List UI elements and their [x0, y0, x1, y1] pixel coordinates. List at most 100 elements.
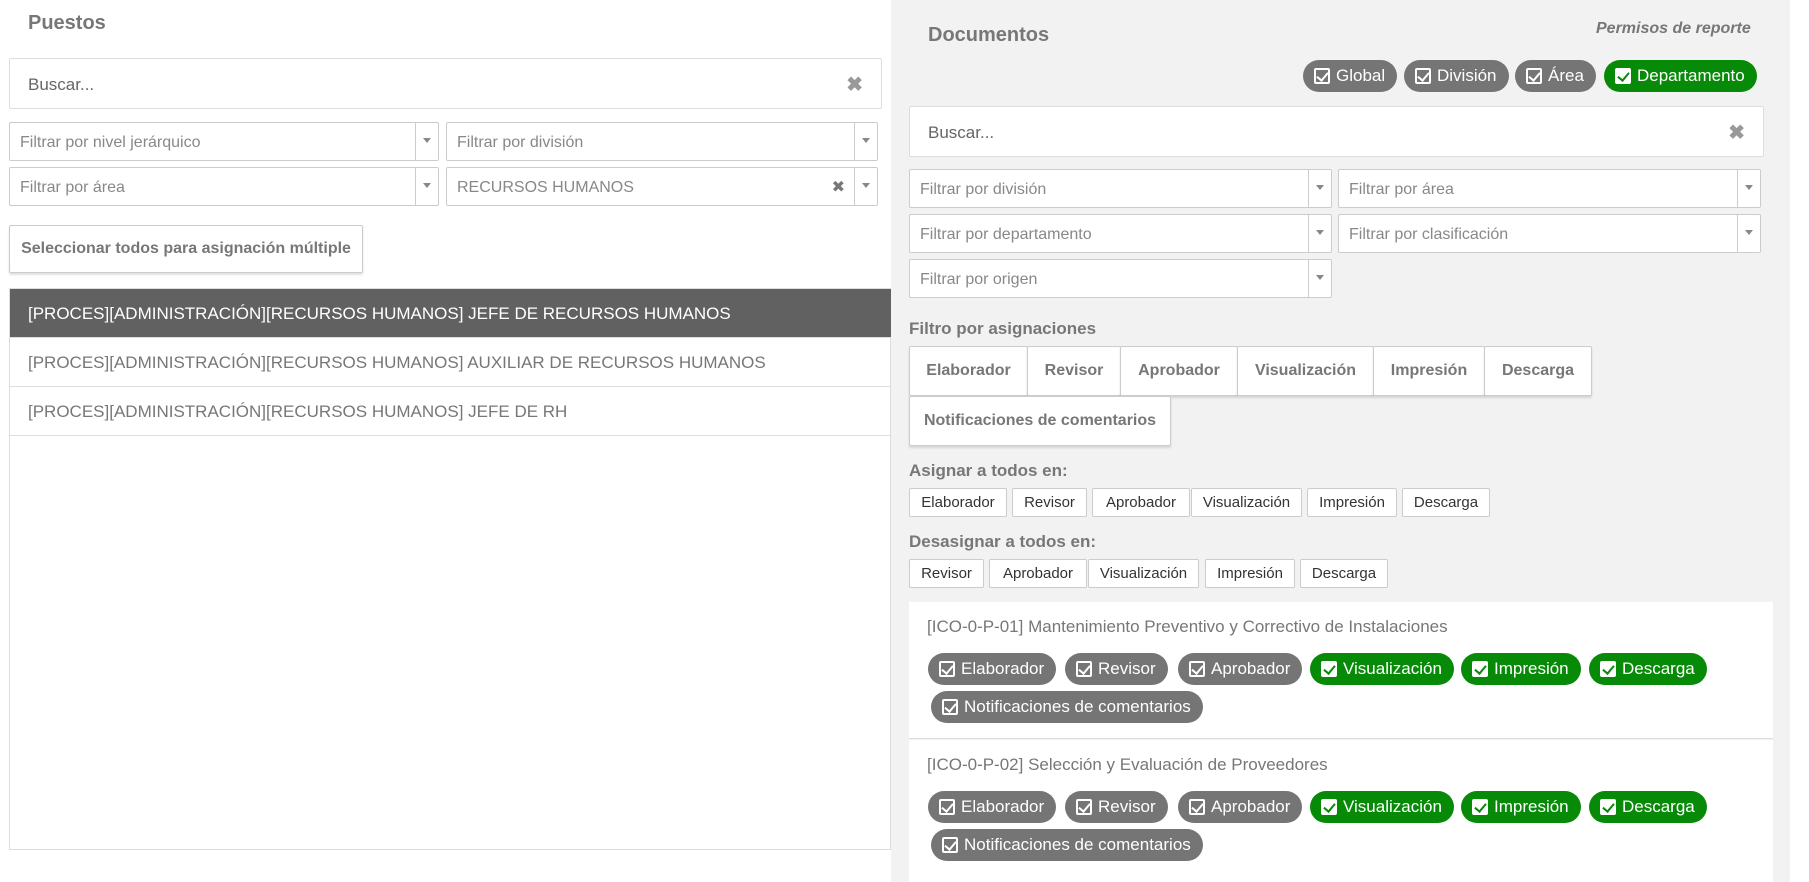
- filter-nivel-placeholder: Filtrar por nivel jerárquico: [20, 134, 201, 151]
- assign-filter-visualizacion-button[interactable]: Visualización: [1237, 346, 1374, 396]
- perm-pill-notificaciones[interactable]: Notificaciones de comentarios: [931, 829, 1203, 861]
- doc-filter-origen-select[interactable]: Filtrar por origen: [909, 259, 1332, 298]
- doc-filter-area-select[interactable]: Filtrar por área: [1338, 169, 1761, 208]
- filter-departamento-value: RECURSOS HUMANOS: [457, 179, 634, 196]
- document-title: [ICO-0-P-01] Mantenimiento Preventivo y …: [927, 617, 1448, 636]
- perm-pill-impresion[interactable]: Impresión: [1461, 791, 1581, 823]
- filter-division-select[interactable]: Filtrar por división: [446, 122, 878, 161]
- unassign-all-aprobador-button[interactable]: Aprobador: [989, 559, 1087, 588]
- chevron-down-icon[interactable]: [854, 168, 877, 205]
- pill-label: Departamento: [1637, 66, 1745, 85]
- report-permissions-label: Permisos de reporte: [1596, 20, 1751, 37]
- clear-selection-icon[interactable]: ✖: [832, 177, 845, 197]
- filter-area-select[interactable]: Filtrar por área: [9, 167, 439, 206]
- checkbox-icon: [1600, 661, 1616, 677]
- assign-filter-elaborador-button[interactable]: Elaborador: [909, 346, 1028, 396]
- documentos-title: Documentos: [928, 24, 1050, 46]
- unassign-all-visualizacion-button[interactable]: Visualización: [1088, 559, 1199, 588]
- checkbox-icon: [1076, 799, 1092, 815]
- pill-label: Impresión: [1494, 797, 1569, 816]
- list-item[interactable]: [PROCES][ADMINISTRACIÓN][RECURSOS HUMANO…: [10, 338, 891, 387]
- puestos-search-input[interactable]: Buscar... ✖: [9, 58, 882, 109]
- clear-icon[interactable]: ✖: [1728, 120, 1745, 145]
- chevron-down-icon[interactable]: [415, 168, 438, 205]
- assign-all-visualizacion-button[interactable]: Visualización: [1191, 488, 1302, 517]
- doc-filter-departamento-select[interactable]: Filtrar por departamento: [909, 214, 1332, 253]
- checkbox-icon: [1314, 68, 1330, 84]
- perm-pill-visualizacion[interactable]: Visualización: [1310, 791, 1454, 823]
- chevron-down-icon[interactable]: [1737, 170, 1760, 207]
- checkbox-icon: [1600, 799, 1616, 815]
- assign-all-descarga-button[interactable]: Descarga: [1402, 488, 1490, 517]
- clear-icon[interactable]: ✖: [846, 72, 863, 97]
- pill-label: Visualización: [1343, 659, 1442, 678]
- perm-pill-aprobador[interactable]: Aprobador: [1178, 653, 1303, 685]
- assign-filter-revisor-button[interactable]: Revisor: [1027, 346, 1121, 396]
- list-item[interactable]: [PROCES][ADMINISTRACIÓN][RECURSOS HUMANO…: [10, 387, 891, 436]
- placeholder: Filtrar por división: [920, 181, 1047, 198]
- pill-label: Aprobador: [1211, 659, 1291, 678]
- puestos-title: Puestos: [28, 12, 106, 34]
- assign-all-aprobador-button[interactable]: Aprobador: [1092, 488, 1190, 517]
- pill-label: Notificaciones de comentarios: [964, 697, 1191, 716]
- scope-pill-division[interactable]: División: [1404, 60, 1509, 92]
- checkbox-icon: [1615, 68, 1631, 84]
- assign-filter-notificaciones-button[interactable]: Notificaciones de comentarios: [909, 396, 1171, 446]
- perm-pill-descarga[interactable]: Descarga: [1589, 653, 1707, 685]
- unassign-all-descarga-button[interactable]: Descarga: [1300, 559, 1388, 588]
- perm-pill-notificaciones[interactable]: Notificaciones de comentarios: [931, 691, 1203, 723]
- document-title: [ICO-0-P-02] Selección y Evaluación de P…: [927, 755, 1328, 774]
- unassign-all-label: Desasignar a todos en:: [909, 532, 1097, 551]
- checkbox-icon: [1189, 799, 1205, 815]
- checkbox-icon: [942, 699, 958, 715]
- chevron-down-icon[interactable]: [854, 123, 877, 160]
- placeholder: Filtrar por área: [1349, 181, 1454, 198]
- chevron-down-icon[interactable]: [1737, 215, 1760, 252]
- pill-label: Elaborador: [961, 797, 1045, 816]
- chevron-down-icon[interactable]: [1308, 170, 1331, 207]
- assign-filter-impresion-button[interactable]: Impresión: [1373, 346, 1485, 396]
- pill-label: Área: [1548, 66, 1584, 85]
- doc-filter-division-select[interactable]: Filtrar por división: [909, 169, 1332, 208]
- chevron-down-icon[interactable]: [1308, 215, 1331, 252]
- pill-label: Notificaciones de comentarios: [964, 835, 1191, 854]
- checkbox-icon: [939, 661, 955, 677]
- chevron-down-icon[interactable]: [415, 123, 438, 160]
- scope-pill-global[interactable]: Global: [1303, 60, 1398, 92]
- perm-pill-visualizacion[interactable]: Visualización: [1310, 653, 1454, 685]
- unassign-all-impresion-button[interactable]: Impresión: [1205, 559, 1295, 588]
- unassign-all-revisor-button[interactable]: Revisor: [909, 559, 984, 588]
- scope-pill-departamento[interactable]: Departamento: [1604, 60, 1757, 92]
- select-all-button[interactable]: Seleccionar todos para asignación múltip…: [9, 225, 363, 273]
- pill-label: División: [1437, 66, 1497, 85]
- perm-pill-descarga[interactable]: Descarga: [1589, 791, 1707, 823]
- perm-pill-revisor[interactable]: Revisor: [1065, 653, 1168, 685]
- scrollbar[interactable]: [1790, 0, 1809, 882]
- checkbox-icon: [1321, 799, 1337, 815]
- filter-departamento-select[interactable]: RECURSOS HUMANOS ✖: [446, 167, 878, 206]
- perm-pill-elaborador[interactable]: Elaborador: [928, 791, 1057, 823]
- assign-filter-descarga-button[interactable]: Descarga: [1484, 346, 1592, 396]
- assign-all-revisor-button[interactable]: Revisor: [1012, 488, 1087, 517]
- assign-all-impresion-button[interactable]: Impresión: [1307, 488, 1397, 517]
- perm-pill-impresion[interactable]: Impresión: [1461, 653, 1581, 685]
- perm-pill-aprobador[interactable]: Aprobador: [1178, 791, 1303, 823]
- pill-label: Global: [1336, 66, 1386, 85]
- checkbox-icon: [1415, 68, 1431, 84]
- perm-pill-revisor[interactable]: Revisor: [1065, 791, 1168, 823]
- doc-filter-clasificacion-select[interactable]: Filtrar por clasificación: [1338, 214, 1761, 253]
- checkbox-icon: [1472, 799, 1488, 815]
- checkbox-icon: [1472, 661, 1488, 677]
- list-item[interactable]: [PROCES][ADMINISTRACIÓN][RECURSOS HUMANO…: [10, 289, 891, 338]
- checkbox-icon: [1526, 68, 1542, 84]
- filter-nivel-select[interactable]: Filtrar por nivel jerárquico: [9, 122, 439, 161]
- perm-pill-elaborador[interactable]: Elaborador: [928, 653, 1057, 685]
- assign-all-elaborador-button[interactable]: Elaborador: [909, 488, 1007, 517]
- assign-filter-aprobador-button[interactable]: Aprobador: [1120, 346, 1238, 396]
- chevron-down-icon[interactable]: [1308, 260, 1331, 297]
- placeholder: Filtrar por origen: [920, 271, 1038, 288]
- pill-label: Revisor: [1098, 797, 1156, 816]
- puestos-list: [PROCES][ADMINISTRACIÓN][RECURSOS HUMANO…: [9, 288, 891, 850]
- scope-pill-area[interactable]: Área: [1515, 60, 1596, 92]
- documentos-search-input[interactable]: Buscar... ✖: [909, 106, 1764, 157]
